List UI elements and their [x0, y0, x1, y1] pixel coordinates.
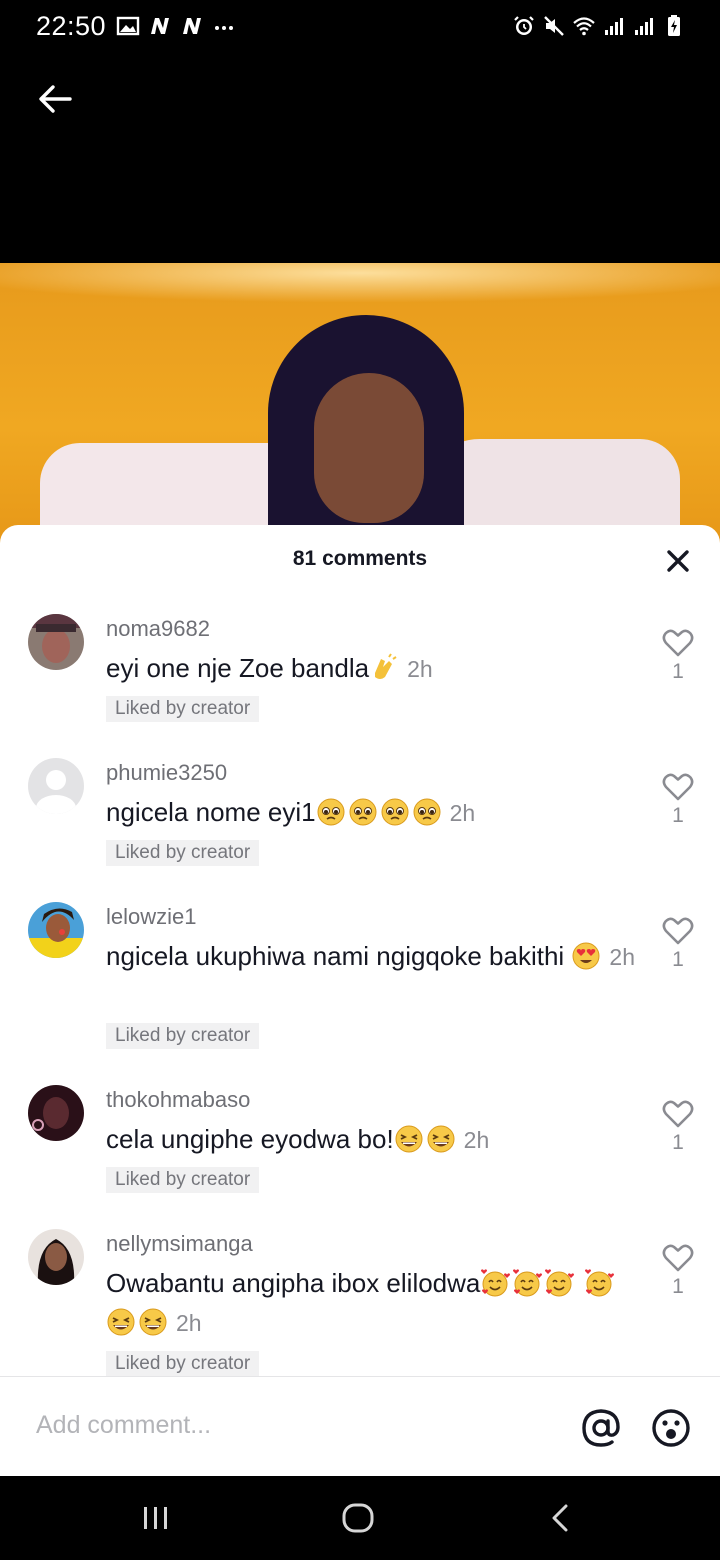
like-count: 1: [672, 1275, 684, 1298]
avatar[interactable]: [28, 902, 84, 958]
heart-icon[interactable]: [662, 1243, 694, 1273]
like-count: 1: [672, 1131, 684, 1154]
avatar[interactable]: [28, 1085, 84, 1141]
liked-by-creator-badge: Liked by creator: [106, 696, 260, 722]
add-comment-input[interactable]: Add comment...: [36, 1411, 536, 1440]
status-right-icons: [512, 14, 686, 38]
mute-icon: [544, 16, 564, 36]
liked-by-creator-badge: Liked by creator: [106, 840, 260, 866]
avatar[interactable]: [28, 1229, 84, 1285]
smiling-hearts-emoji-icon: [584, 1269, 614, 1297]
heart-eyes-emoji-icon: [572, 942, 600, 970]
n-icon: [183, 18, 201, 34]
comment-username[interactable]: phumie3250: [106, 760, 227, 786]
comment-time: 2h: [463, 1127, 490, 1153]
comment-username[interactable]: thokohmabaso: [106, 1087, 250, 1113]
smiling-hearts-emoji-icon: [481, 1269, 511, 1297]
smiling-hearts-emoji-icon: [545, 1269, 575, 1297]
liked-by-creator-badge: Liked by creator: [106, 1351, 260, 1377]
comment-time: 2h: [176, 1310, 202, 1336]
comments-count-title: 81 comments: [292, 547, 428, 570]
status-bar: 22:50: [0, 0, 720, 52]
comment-username[interactable]: noma9682: [106, 616, 210, 642]
laughing-emoji-icon: [139, 1308, 167, 1336]
comment-text: ngicela ukuphiwa nami ngigqoke bakithi 2…: [106, 941, 636, 971]
clap-emoji-icon: [375, 653, 397, 679]
smiling-hearts-emoji-icon: [513, 1269, 543, 1297]
wifi-icon: [573, 17, 595, 36]
recent-apps-icon[interactable]: [136, 1500, 176, 1536]
back-arrow-icon[interactable]: [34, 78, 76, 120]
laughing-emoji-icon: [427, 1125, 455, 1153]
alarm-icon: [514, 16, 534, 35]
home-icon[interactable]: [338, 1500, 378, 1536]
comment-username[interactable]: nellymsimanga: [106, 1231, 253, 1257]
comment-time: 2h: [609, 944, 636, 970]
laughing-emoji-icon: [395, 1125, 423, 1153]
comment-input-bar: Add comment...: [0, 1376, 720, 1476]
comment-text: ngicela nome eyi1 2h: [106, 797, 476, 827]
heart-icon[interactable]: [662, 916, 694, 946]
like-count: 1: [672, 804, 684, 827]
comment-text: eyi one nje Zoe bandla 2h: [106, 653, 433, 683]
avatar[interactable]: [28, 758, 84, 814]
pleading-emoji-icon: [381, 798, 409, 826]
comments-sheet: 81 comments noma9682 eyi one nje Zoe ban…: [0, 525, 720, 1476]
comment-username[interactable]: lelowzie1: [106, 904, 197, 930]
more-icon: [215, 26, 233, 30]
pleading-emoji-icon: [349, 798, 377, 826]
liked-by-creator-badge: Liked by creator: [106, 1023, 260, 1049]
pleading-emoji-icon: [317, 798, 345, 826]
heart-icon[interactable]: [662, 772, 694, 802]
heart-icon[interactable]: [662, 1099, 694, 1129]
emoji-icon[interactable]: [650, 1407, 692, 1449]
video-top-letterbox: [0, 52, 720, 263]
like-count: 1: [672, 948, 684, 971]
comment-time: 2h: [449, 800, 476, 826]
close-icon[interactable]: [660, 543, 696, 579]
comment-text: cela ungiphe eyodwa bo! 2h: [106, 1124, 490, 1154]
image-icon: [116, 16, 140, 36]
signal-icon: [635, 18, 653, 35]
pleading-emoji-icon: [413, 798, 441, 826]
back-nav-icon[interactable]: [540, 1500, 580, 1536]
n-icon: [151, 18, 169, 34]
comment-text: Owabantu angipha ibox elilodwa 2h: [106, 1264, 636, 1343]
battery-icon: [668, 15, 680, 36]
mention-at-icon[interactable]: [580, 1407, 622, 1449]
video-player[interactable]: [0, 263, 720, 563]
liked-by-creator-badge: Liked by creator: [106, 1167, 260, 1193]
heart-icon[interactable]: [662, 628, 694, 658]
avatar[interactable]: [28, 614, 84, 670]
status-left-icons: [116, 14, 236, 38]
signal-icon: [605, 18, 623, 35]
laughing-emoji-icon: [107, 1308, 135, 1336]
like-count: 1: [672, 660, 684, 683]
status-time: 22:50: [36, 11, 107, 41]
comment-time: 2h: [407, 656, 433, 682]
system-navigation-bar: [0, 1476, 720, 1560]
